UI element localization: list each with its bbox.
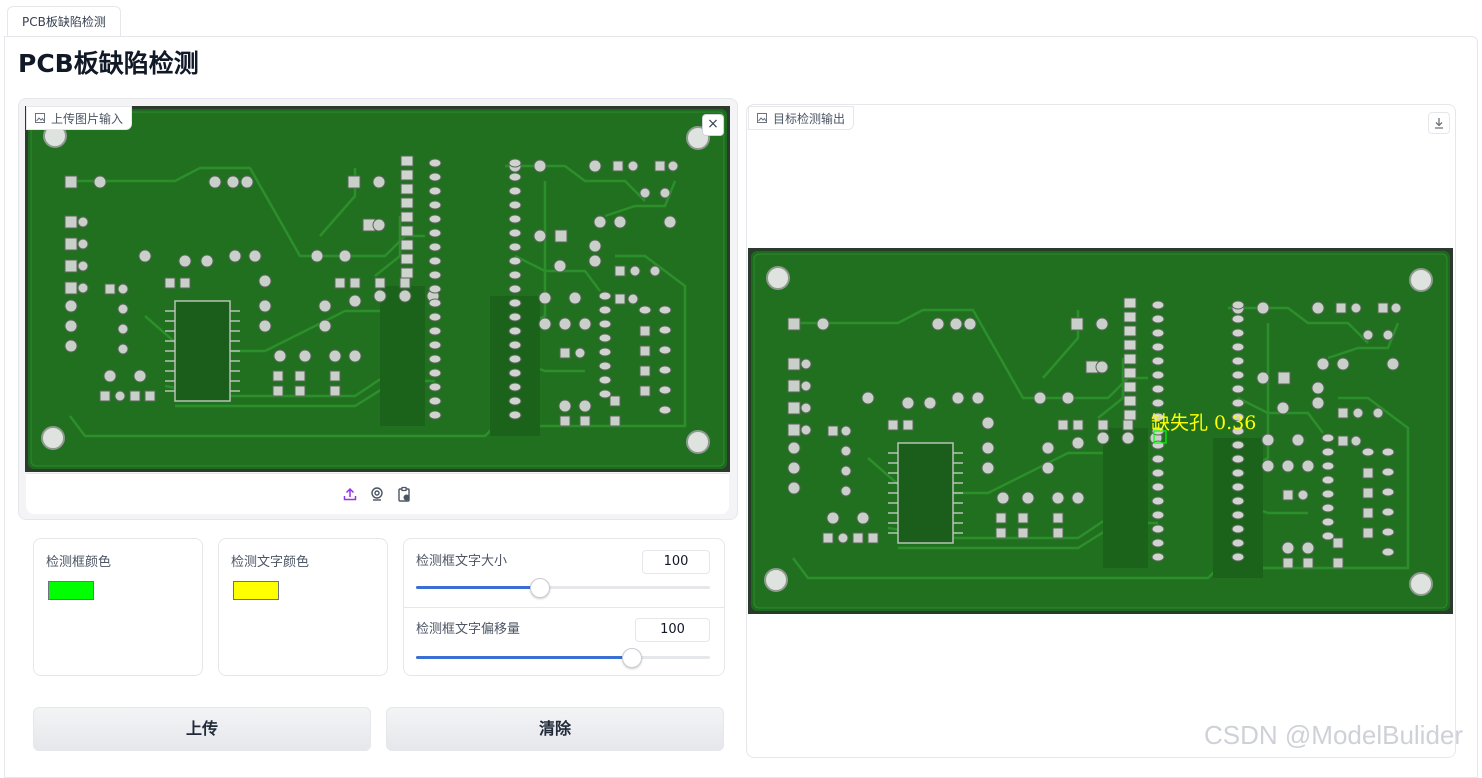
- text-color-label: 检测文字颜色: [231, 555, 310, 570]
- text-size-slider-fill: [416, 586, 540, 589]
- text-offset-input[interactable]: 100: [635, 618, 710, 642]
- upload-icon[interactable]: [342, 486, 358, 502]
- tab-bar: PCB板缺陷检测: [0, 0, 1482, 37]
- text-color-card: 检测文字颜色: [218, 538, 388, 676]
- output-panel-label-text: 目标检测输出: [773, 111, 846, 126]
- image-source-bar: [26, 473, 729, 514]
- upload-panel-label-text: 上传图片输入: [51, 111, 124, 126]
- text-offset-slider-fill: [416, 656, 631, 659]
- upload-button[interactable]: 上传: [33, 707, 371, 751]
- image-icon: [757, 113, 767, 123]
- clear-button[interactable]: 清除: [386, 707, 724, 751]
- webcam-icon[interactable]: [369, 486, 385, 502]
- output-panel-label: 目标检测输出: [748, 106, 855, 130]
- text-size-input[interactable]: 100: [642, 550, 710, 574]
- image-icon: [35, 113, 45, 123]
- text-offset-label: 检测框文字偏移量: [416, 622, 521, 637]
- text-offset-slider-thumb[interactable]: [621, 648, 642, 668]
- download-icon: [1435, 118, 1443, 129]
- clear-image-button[interactable]: ×: [702, 114, 724, 136]
- slider-divider: [404, 607, 724, 608]
- box-color-card: 检测框颜色: [33, 538, 203, 676]
- text-size-label: 检测框文字大小: [416, 554, 508, 569]
- input-pcb-image: [25, 106, 730, 472]
- text-color-picker[interactable]: [233, 581, 279, 600]
- page-title: PCB板缺陷检测: [18, 49, 199, 78]
- text-offset-slider[interactable]: [416, 656, 710, 659]
- slider-card: 检测框文字大小 100 检测框文字偏移量 100: [403, 538, 725, 676]
- upload-panel-label: 上传图片输入: [26, 106, 133, 130]
- text-size-slider[interactable]: [416, 586, 710, 589]
- csdn-watermark: CSDN @ModelBulider: [1204, 720, 1464, 750]
- box-color-label: 检测框颜色: [46, 555, 112, 570]
- tab-pcb-defect-detection[interactable]: PCB板缺陷检测: [7, 6, 121, 37]
- output-pcb-image: 缺失孔 0.36: [748, 247, 1453, 615]
- clipboard-icon[interactable]: [396, 486, 412, 502]
- box-color-picker[interactable]: [48, 581, 94, 600]
- download-button[interactable]: [1428, 112, 1450, 134]
- text-size-slider-thumb[interactable]: [530, 578, 551, 598]
- detection-label: 缺失孔 0.36: [1151, 412, 1256, 434]
